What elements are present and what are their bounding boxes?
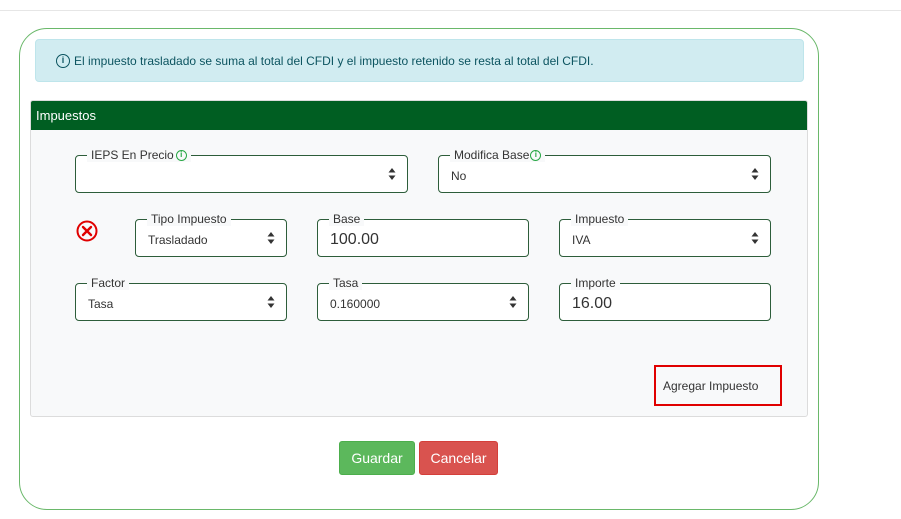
- impuesto-select[interactable]: Impuesto IVA: [559, 212, 771, 257]
- tasa-label-text: Tasa: [333, 276, 359, 290]
- modifica-base-label: Modifica Base i: [450, 148, 546, 162]
- info-circle-icon: i: [56, 53, 70, 68]
- taxes-panel-header: Impuestos: [31, 101, 807, 130]
- impuesto-label-text: Impuesto: [575, 212, 625, 226]
- sort-arrows-icon: [509, 296, 517, 308]
- ieps-precio-label-text: IEPS En Precio: [91, 148, 174, 162]
- info-alert: i El impuesto trasladado se suma al tota…: [35, 39, 804, 82]
- tasa-value: 0.160000: [330, 297, 381, 311]
- top-divider: [0, 10, 901, 11]
- impuesto-value: IVA: [572, 233, 591, 247]
- save-button[interactable]: Guardar: [339, 441, 415, 475]
- base-label-text: Base: [333, 212, 361, 226]
- factor-label: Factor: [87, 276, 130, 290]
- base-value: 100.00: [330, 231, 379, 248]
- sort-arrows-icon: [751, 232, 759, 244]
- base-input[interactable]: Base 100.00: [317, 212, 529, 257]
- factor-select[interactable]: Factor Tasa: [75, 276, 287, 321]
- modifica-base-label-text: Modifica Base: [454, 148, 530, 162]
- base-label: Base: [329, 212, 365, 226]
- remove-tax-icon[interactable]: [76, 220, 98, 242]
- sort-arrows-icon: [267, 232, 275, 244]
- importe-label: Importe: [571, 276, 620, 290]
- sort-arrows-icon: [388, 168, 396, 180]
- taxes-panel-title: Impuestos: [36, 108, 96, 123]
- cancel-button[interactable]: Cancelar: [419, 441, 498, 475]
- info-icon[interactable]: i: [175, 149, 187, 161]
- impuesto-label: Impuesto: [571, 212, 629, 226]
- add-tax-button[interactable]: Agregar Impuesto: [654, 365, 782, 406]
- importe-input[interactable]: Importe 16.00: [559, 276, 771, 321]
- tipo-impuesto-label-text: Tipo Impuesto: [151, 212, 227, 226]
- factor-value: Tasa: [88, 297, 114, 311]
- modifica-base-select[interactable]: Modifica Base i No: [438, 148, 771, 193]
- importe-value: 16.00: [572, 295, 613, 312]
- info-icon[interactable]: i: [530, 149, 542, 161]
- modifica-base-value: No: [451, 169, 467, 183]
- ieps-precio-select[interactable]: IEPS En Precio i: [75, 148, 408, 193]
- sort-arrows-icon: [751, 168, 759, 180]
- factor-label-text: Factor: [91, 276, 126, 290]
- tasa-label: Tasa: [329, 276, 363, 290]
- tipo-impuesto-value: Trasladado: [148, 233, 208, 247]
- info-alert-text: El impuesto trasladado se suma al total …: [74, 53, 594, 68]
- tasa-select[interactable]: Tasa 0.160000: [317, 276, 529, 321]
- tipo-impuesto-label: Tipo Impuesto: [147, 212, 231, 226]
- tipo-impuesto-select[interactable]: Tipo Impuesto Trasladado: [135, 212, 287, 257]
- sort-arrows-icon: [267, 296, 275, 308]
- ieps-precio-label: IEPS En Precio i: [87, 148, 191, 162]
- importe-label-text: Importe: [575, 276, 616, 290]
